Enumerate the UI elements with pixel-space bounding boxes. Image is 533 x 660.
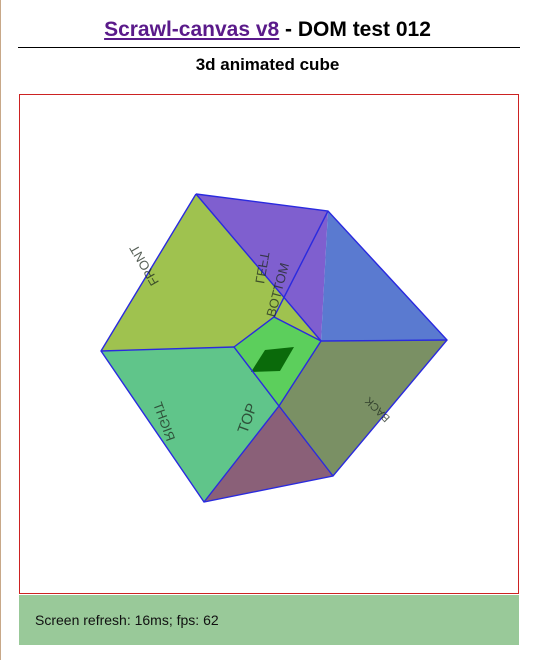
page-title: Scrawl-canvas v8 - DOM test 012 [1, 16, 533, 44]
demo-subtitle: 3d animated cube [195, 55, 340, 74]
scrawl-canvas-link[interactable]: Scrawl-canvas v8 [104, 18, 279, 41]
title-suffix: - DOM test 012 [279, 18, 431, 41]
status-bar: Screen refresh: 16ms; fps: 62 [19, 595, 519, 645]
status-text: Screen refresh: 16ms; fps: 62 [35, 612, 219, 628]
cube: FRONT LEFT BOTTOM TOP BACK RIGHT [100, 193, 448, 503]
edge-3 [320, 339, 448, 342]
cube-face-right-upper [321, 211, 447, 341]
title-divider [18, 47, 520, 48]
cube-stage[interactable]: FRONT LEFT BOTTOM TOP BACK RIGHT [19, 94, 519, 594]
cube-svg: FRONT LEFT BOTTOM TOP BACK RIGHT [100, 193, 448, 503]
page: Scrawl-canvas v8 - DOM test 012 3d anima… [0, 0, 533, 660]
